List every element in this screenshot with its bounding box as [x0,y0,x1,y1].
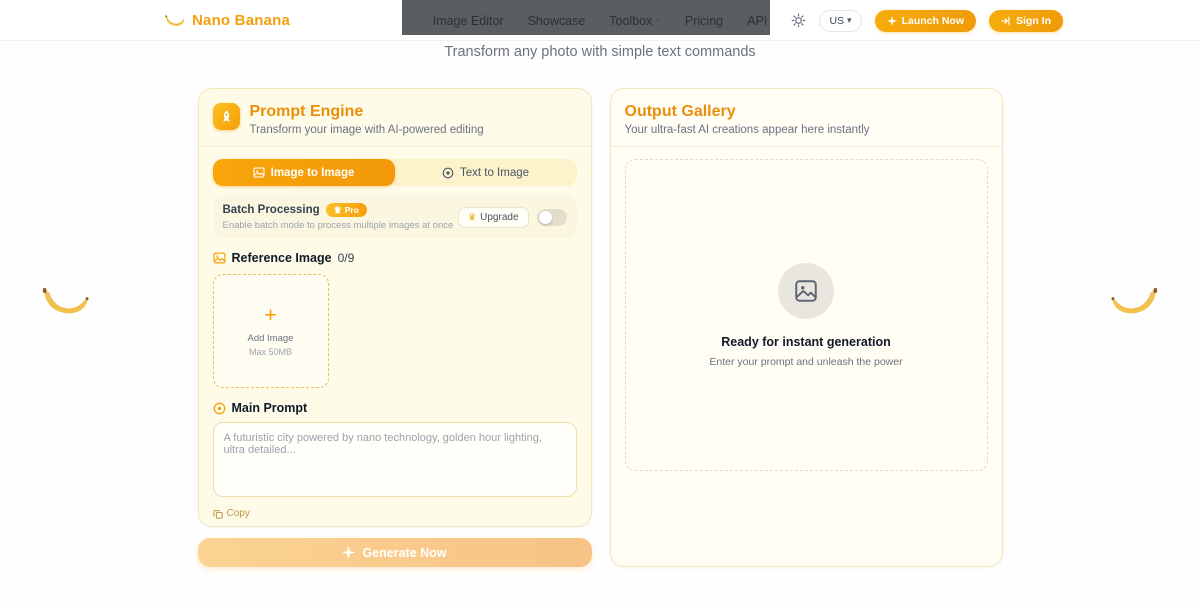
max-size-label: Max 50MB [248,347,292,358]
nav-label: Image Editor [432,13,504,28]
header-actions: US ▾ Launch Now Sign In [791,0,1063,41]
empty-state-title: Ready for instant generation [721,334,891,349]
image-icon [212,252,226,264]
prompt-engine-card: Prompt Engine Transform your image with … [197,88,592,527]
output-gallery-titles: Output Gallery Your ultra-fast AI creati… [625,103,870,136]
image-icon [253,167,265,178]
sign-in-arrow-icon [1001,16,1010,25]
prompt-engine-titles: Prompt Engine Transform your image with … [250,103,484,136]
output-empty-state: Ready for instant generation Enter your … [624,159,988,472]
target-icon [213,402,225,415]
output-gallery-card: Output Gallery Your ultra-fast AI creati… [609,88,1003,567]
theme-toggle-button[interactable] [791,13,806,28]
output-gallery-header: Output Gallery Your ultra-fast AI creati… [625,103,988,136]
batch-toggle-switch[interactable] [536,208,567,226]
crown-icon: ♛ [333,204,342,215]
batch-controls: ♛ Upgrade [458,206,567,228]
copy-label: Copy [226,508,250,520]
batch-title-row: Batch Processing ♛ Pro [222,203,454,218]
prompt-engine-title: Prompt Engine [249,103,364,120]
rocket-icon [212,103,240,130]
add-image-dropzone[interactable]: + Add Image Max 50MB [212,274,329,389]
aperture-icon [442,167,454,179]
prompt-engine-column: Prompt Engine Transform your image with … [197,88,592,567]
banana-logo-icon [165,14,185,26]
nav-label: API [747,13,768,28]
tab-text-to-image[interactable]: Text to Image [395,159,577,186]
nav-label: Toolbox [609,13,653,28]
reference-image-count: 0/9 [337,251,355,266]
divider [198,146,591,148]
sparkle-icon [886,15,897,26]
prompt-engine-header: Prompt Engine Transform your image with … [212,103,577,136]
nav-label: Showcase [527,13,586,28]
image-placeholder-circle [778,262,834,319]
toggle-knob [538,210,552,224]
add-image-label: Add Image [247,333,294,345]
language-value: US [829,14,845,27]
pro-badge: ♛ Pro [325,203,367,218]
sign-in-label: Sign In [1016,14,1051,27]
tab-image-to-image[interactable]: Image to Image [212,159,395,187]
nav-pricing[interactable]: Pricing [685,14,723,28]
hero-subtitle: Transform any photo with simple text com… [444,44,756,60]
banana-decoration-right [1111,288,1158,314]
upgrade-label: Upgrade [480,211,519,223]
reference-image-label: Reference Image [231,251,332,266]
upgrade-button[interactable]: ♛ Upgrade [458,206,529,228]
nav-image-editor[interactable]: Image Editor [433,14,504,28]
language-selector[interactable]: US ▾ [819,9,862,32]
output-gallery-title: Output Gallery [624,103,736,120]
tab-label: Text to Image [459,166,530,179]
batch-info: Batch Processing ♛ Pro Enable batch mode… [222,203,454,232]
header: Nano Banana Image Editor Showcase Toolbo… [0,0,1200,41]
main-prompt-label-row: Main Prompt [213,401,577,415]
generate-now-label: Generate Now [362,545,447,560]
prompt-engine-subtitle: Transform your image with AI-powered edi… [249,124,484,137]
main-nav: Image Editor Showcase Toolbox ▾ Pricing … [433,0,768,41]
chevron-down-icon: ▾ [656,15,661,25]
nav-showcase[interactable]: Showcase [528,14,586,28]
brand-name: Nano Banana [192,12,291,29]
mode-tabs: Image to Image Text to Image [212,159,577,187]
header-inner: Nano Banana Image Editor Showcase Toolbo… [0,0,1200,40]
crown-icon: ♛ [468,211,477,222]
reference-image-label-row: Reference Image 0/9 [212,251,577,266]
banana-decoration-left [42,288,89,314]
main-prompt-label: Main Prompt [231,401,308,416]
launch-now-label: Launch Now [901,14,964,27]
sign-in-button[interactable]: Sign In [989,9,1063,32]
pro-badge-label: Pro [344,205,359,216]
nav-api[interactable]: API [747,14,767,28]
batch-title: Batch Processing [222,204,320,217]
copy-button[interactable]: Copy [212,508,577,520]
tab-label: Image to Image [270,166,355,179]
sun-icon [792,13,806,28]
brand-logo[interactable]: Nano Banana [165,0,290,41]
copy-icon [212,510,223,519]
nav-toolbox[interactable]: Toolbox ▾ [609,14,661,28]
plus-icon: + [264,304,277,328]
output-gallery-column: Output Gallery Your ultra-fast AI creati… [609,88,1003,567]
empty-state-subtitle: Enter your prompt and unleash the power [709,355,903,368]
batch-processing-row: Batch Processing ♛ Pro Enable batch mode… [212,196,577,239]
chevron-down-icon: ▾ [847,15,852,25]
prompt-input[interactable] [212,422,577,498]
nav-label: Pricing [684,13,724,28]
sparkle-icon [342,546,356,559]
image-placeholder-icon [795,280,817,302]
generate-now-button[interactable]: Generate Now [197,538,592,567]
output-gallery-subtitle: Your ultra-fast AI creations appear here… [624,124,870,137]
divider [610,146,1002,148]
launch-now-button[interactable]: Launch Now [874,9,976,32]
batch-description: Enable batch mode to process multiple im… [222,220,454,232]
main-content: Prompt Engine Transform your image with … [197,88,1003,567]
